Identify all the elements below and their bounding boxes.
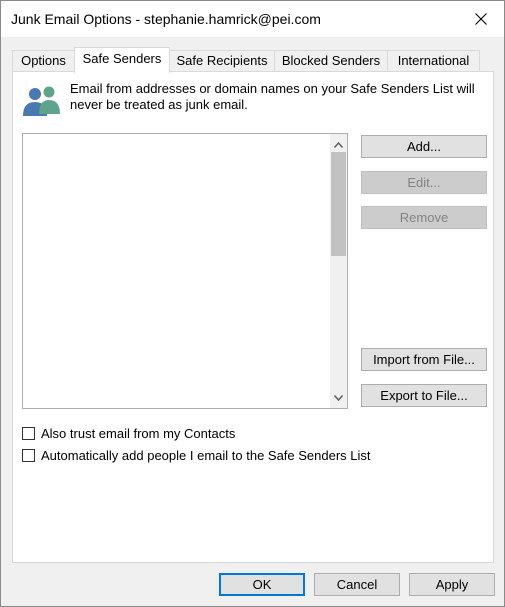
tab-international[interactable]: International [387,50,480,71]
tab-safe-senders[interactable]: Safe Senders [74,47,170,73]
safe-senders-description: Email from addresses or domain names on … [70,81,475,112]
auto-add-option[interactable]: Automatically add people I email to the … [22,447,371,463]
remove-button[interactable]: Remove [361,206,487,229]
close-button[interactable] [458,1,504,37]
cancel-button[interactable]: Cancel [314,573,400,596]
list-scrollbar[interactable] [330,134,347,408]
ok-button[interactable]: OK [219,573,305,596]
auto-add-checkbox[interactable] [22,448,35,462]
chevron-down-icon [334,394,343,401]
window-title: Junk Email Options - stephanie.hamrick@p… [11,11,321,27]
import-from-file-button[interactable]: Import from File... [361,348,487,371]
chevron-up-icon [334,141,343,148]
apply-button[interactable]: Apply [409,573,495,596]
close-icon [475,13,487,25]
title-bar[interactable]: Junk Email Options - stephanie.hamrick@p… [1,1,504,37]
export-to-file-button[interactable]: Export to File... [361,384,487,407]
edit-button[interactable]: Edit... [361,171,487,194]
add-button[interactable]: Add... [361,135,487,158]
tab-blocked-senders[interactable]: Blocked Senders [274,50,388,71]
tab-safe-recipients[interactable]: Safe Recipients [169,50,275,71]
contacts-icon [23,86,60,116]
scroll-thumb[interactable] [331,152,346,256]
trust-contacts-option[interactable]: Also trust email from my Contacts [22,425,235,441]
scroll-up-button[interactable] [330,136,347,153]
scroll-down-button[interactable] [330,389,347,406]
safe-senders-list[interactable] [22,133,348,409]
trust-contacts-label[interactable]: Also trust email from my Contacts [41,426,235,441]
tab-options[interactable]: Options [12,50,75,71]
trust-contacts-checkbox[interactable] [22,426,35,440]
junk-email-options-dialog: Junk Email Options - stephanie.hamrick@p… [0,0,505,607]
auto-add-label[interactable]: Automatically add people I email to the … [41,448,371,463]
